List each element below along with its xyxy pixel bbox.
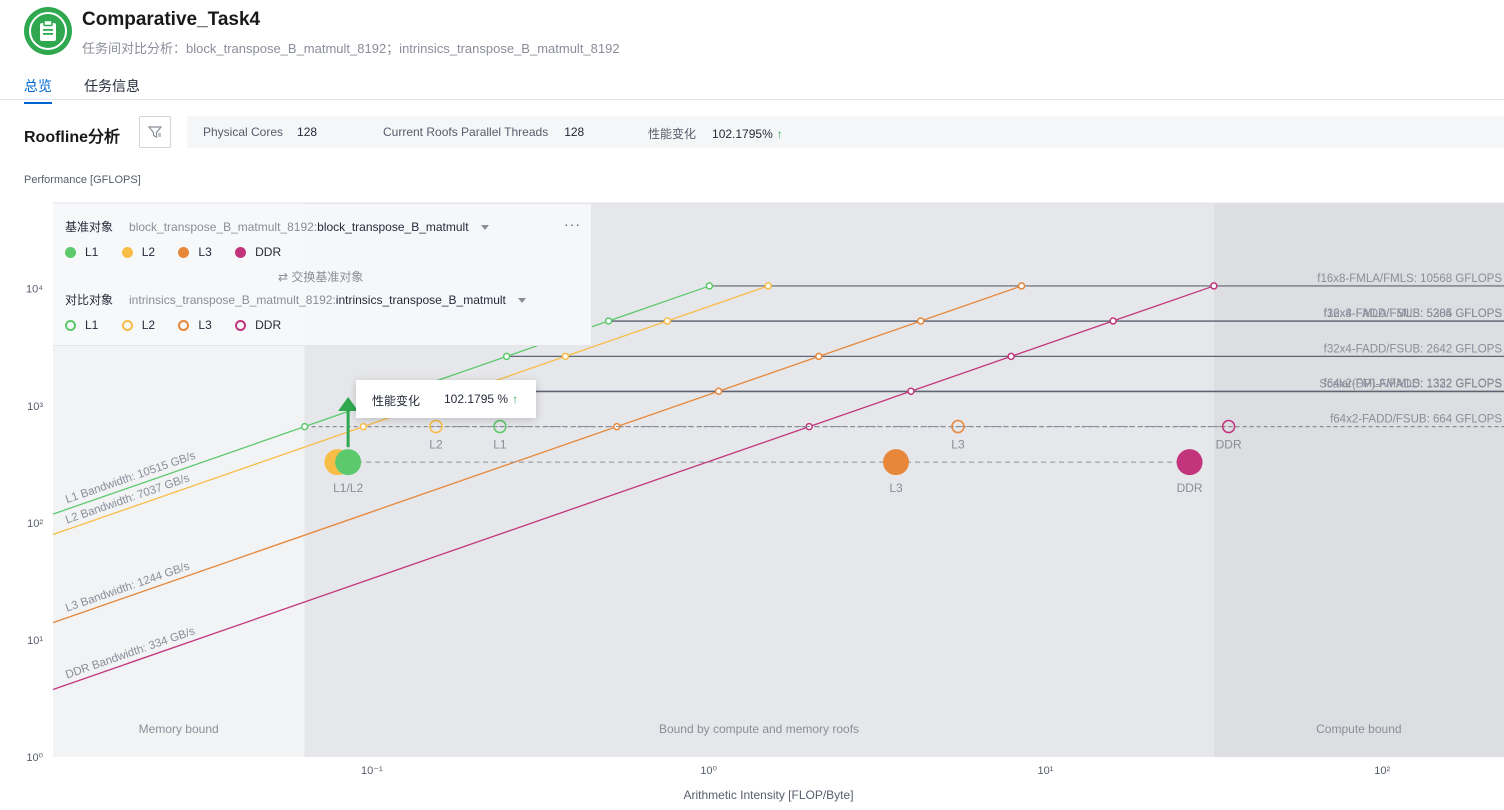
x-tick-label-0: 10⁻¹ bbox=[361, 765, 383, 777]
y-tick-label-3: 10³ bbox=[27, 401, 43, 413]
roof-label-6: f64x2-FADD/FSUB: 664 GFLOPS bbox=[1330, 414, 1502, 426]
legend-item-l2[interactable]: L2 bbox=[121, 245, 155, 259]
stat-perf-change: 性能变化 102.1795% ↑ bbox=[648, 127, 783, 141]
page-title: Comparative_Task4 bbox=[82, 9, 261, 30]
x-tick-label-3: 10² bbox=[1374, 765, 1390, 777]
arrow-up-icon: ↑ bbox=[512, 392, 519, 406]
stat-physical-cores: Physical Cores 128 bbox=[203, 125, 318, 139]
baseline-point-label-l1: L1/L2 bbox=[333, 481, 363, 495]
knee-point-0-3 bbox=[502, 352, 511, 361]
y-tick-label-0: 10⁰ bbox=[26, 752, 43, 764]
l3-ring-icon bbox=[178, 319, 190, 331]
x-tick-label-2: 10¹ bbox=[1037, 765, 1053, 777]
perf-change-tooltip: 性能变化 102.1795 % ↑ bbox=[356, 380, 536, 418]
compare-point-label-l3: L3 bbox=[951, 438, 965, 452]
compare-point-label-l2: L2 bbox=[429, 438, 443, 452]
x-tick-label-1: 10⁰ bbox=[700, 765, 717, 777]
filter-icon bbox=[148, 126, 162, 138]
knee-point-1-6 bbox=[359, 422, 368, 431]
y-tick-label-1: 10¹ bbox=[27, 635, 43, 647]
knee-point-3-4 bbox=[907, 387, 915, 395]
baseline-legend: L1 L2 L3 DDR bbox=[65, 245, 301, 261]
ddr-ring-icon bbox=[235, 319, 247, 331]
page-subtitle: 任务间对比分析：block_transpose_B_matmult_8192；i… bbox=[82, 41, 620, 56]
knee-point-3-1 bbox=[1109, 317, 1117, 325]
swap-baseline-button[interactable]: ⇄ 交换基准对象 bbox=[278, 268, 363, 285]
legend-item-l1-compare[interactable]: L1 bbox=[65, 318, 98, 332]
tab-bar: 总览 任务信息 bbox=[0, 72, 1504, 104]
compare-point-label-l1: L1 bbox=[493, 438, 507, 452]
y-axis-title: Performance [GFLOPS] bbox=[24, 174, 141, 186]
roof-label-2: f32x4-FMLA/FMLS: 5284 GFLOPS bbox=[1324, 308, 1503, 320]
compare-point-label-ddr: DDR bbox=[1216, 438, 1242, 452]
knee-point-3-0 bbox=[1210, 282, 1218, 290]
knee-point-0-0 bbox=[705, 282, 714, 290]
l2-dot-icon bbox=[121, 246, 133, 258]
filter-button[interactable] bbox=[139, 116, 171, 148]
baseline-point-ddr bbox=[1176, 449, 1203, 476]
knee-point-2-3 bbox=[815, 352, 823, 361]
legend-item-l3-compare[interactable]: L3 bbox=[178, 318, 212, 332]
chevron-down-icon bbox=[517, 298, 526, 304]
l2-ring-icon bbox=[121, 319, 133, 331]
baseline-point-l1 bbox=[335, 449, 362, 476]
knee-point-1-0 bbox=[764, 282, 772, 290]
baseline-point-l3 bbox=[882, 449, 909, 476]
knee-point-1-1 bbox=[663, 317, 672, 325]
l1-dot-icon bbox=[65, 246, 76, 258]
region-label-0: Memory bound bbox=[139, 722, 219, 736]
baseline-point-label-l3: L3 bbox=[889, 481, 903, 495]
chevron-down-icon bbox=[480, 225, 489, 231]
region-label-2: Compute bound bbox=[1316, 722, 1401, 736]
legend-panel: 基准对象 block_transpose_B_matmult_8192:block… bbox=[53, 204, 592, 346]
x-axis-title: Arithmetic Intensity [FLOP/Byte] bbox=[683, 788, 853, 802]
ddr-dot-icon bbox=[235, 246, 247, 258]
tab-task-info[interactable]: 任务信息 bbox=[84, 76, 140, 102]
compare-selector[interactable]: 对比对象 intrinsics_transpose_B_matmult_8192:… bbox=[65, 291, 526, 308]
roof-label-5: Scalar(DP)-FMADD: 1322 GFLOPS bbox=[1319, 379, 1502, 391]
knee-point-0-1 bbox=[604, 317, 613, 325]
knee-point-2-0 bbox=[1017, 282, 1026, 290]
compare-legend: L1 L2 L3 DDR bbox=[65, 318, 301, 334]
knee-point-2-1 bbox=[917, 317, 925, 325]
y-tick-label-4: 10⁴ bbox=[26, 284, 43, 296]
legend-item-l1[interactable]: L1 bbox=[65, 245, 98, 259]
legend-item-ddr[interactable]: DDR bbox=[235, 245, 281, 259]
clipboard-icon bbox=[40, 20, 56, 41]
page-header: Comparative_Task4 任务间对比分析：block_transpos… bbox=[24, 7, 1494, 57]
l1-ring-icon bbox=[65, 319, 76, 331]
roof-label-3: f32x4-FADD/FSUB: 2642 GFLOPS bbox=[1324, 343, 1503, 355]
stats-bar: Physical Cores 128 Current Roofs Parallel… bbox=[187, 116, 1504, 148]
task-icon bbox=[24, 7, 72, 55]
l3-dot-icon bbox=[178, 246, 190, 258]
swap-icon: ⇄ bbox=[278, 270, 289, 284]
section-title: Roofline分析 bbox=[24, 129, 120, 146]
knee-point-1-3 bbox=[561, 352, 570, 361]
knee-point-2-4 bbox=[714, 387, 723, 395]
knee-point-0-6 bbox=[300, 422, 309, 431]
arrow-up-icon: ↑ bbox=[776, 127, 783, 141]
knee-point-3-3 bbox=[1007, 352, 1015, 361]
region-label-1: Bound by compute and memory roofs bbox=[659, 722, 859, 736]
stat-parallel-threads: Current Roofs Parallel Threads 128 bbox=[383, 125, 585, 139]
legend-item-l2-compare[interactable]: L2 bbox=[121, 318, 155, 332]
baseline-point-label-ddr: DDR bbox=[1177, 481, 1203, 495]
legend-item-ddr-compare[interactable]: DDR bbox=[235, 318, 281, 332]
legend-item-l3[interactable]: L3 bbox=[178, 245, 212, 259]
baseline-selector[interactable]: 基准对象 block_transpose_B_matmult_8192:block… bbox=[65, 218, 489, 235]
tab-overview[interactable]: 总览 bbox=[24, 76, 52, 104]
y-tick-label-2: 10² bbox=[27, 518, 43, 530]
roof-label-0: f16x8-FMLA/FMLS: 10568 GFLOPS bbox=[1317, 273, 1502, 285]
more-icon[interactable]: ··· bbox=[564, 216, 581, 232]
